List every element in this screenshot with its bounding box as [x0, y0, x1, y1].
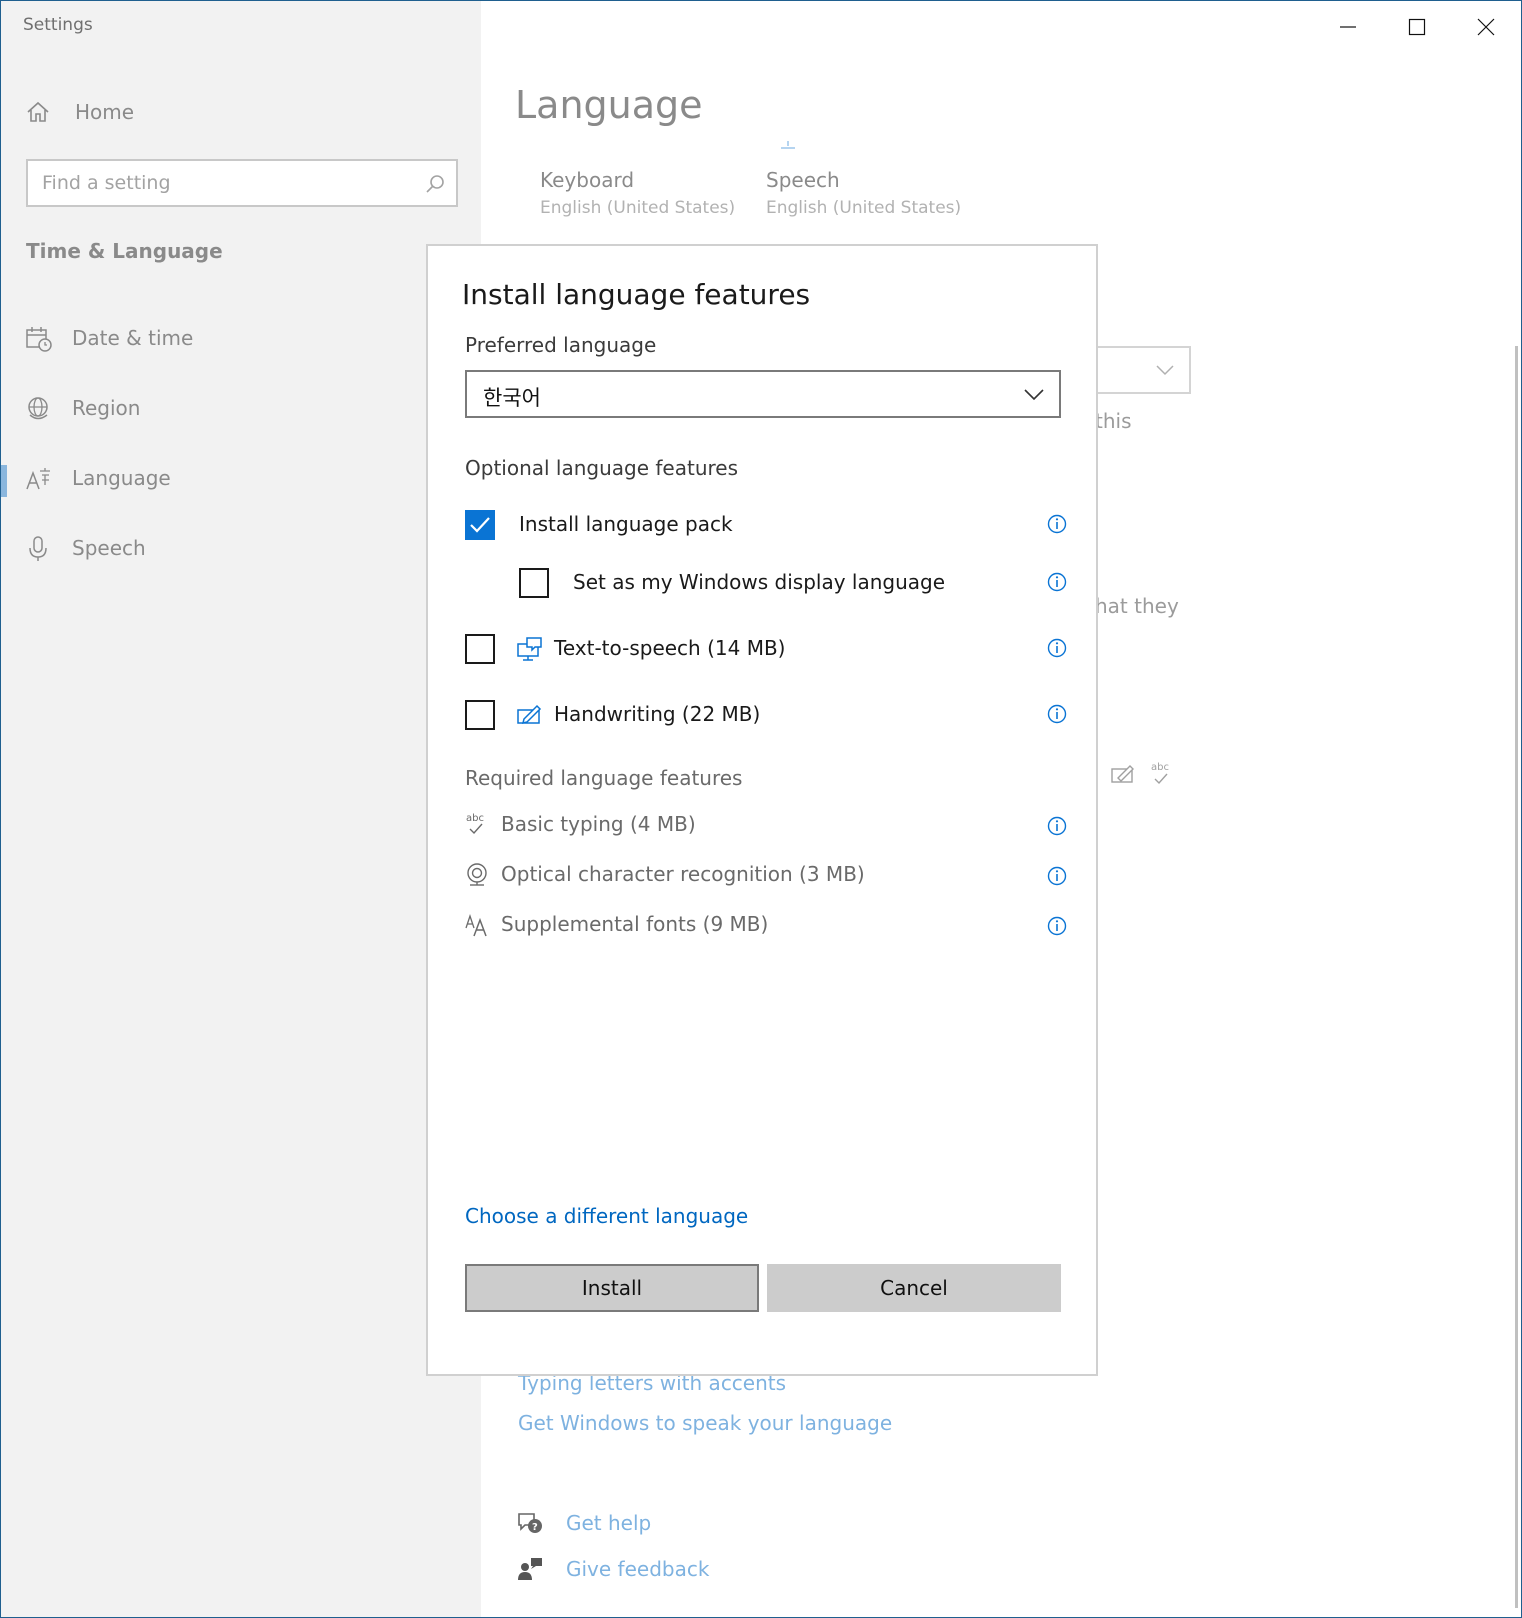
sidebar-item-language[interactable]: Language	[1, 451, 481, 507]
handwriting-icon	[517, 704, 542, 725]
page-title: Language	[515, 83, 703, 127]
chevron-down-icon	[1156, 365, 1174, 376]
required-feature-label: Optical character recognition (3 MB)	[501, 862, 865, 886]
speak-language-link[interactable]: Get Windows to speak your language	[518, 1411, 892, 1435]
maximize-icon	[1408, 18, 1426, 36]
chevron-down-icon	[1024, 389, 1044, 401]
optional-features-heading: Optional language features	[465, 456, 739, 480]
get-help-label: Get help	[566, 1511, 652, 1535]
sidebar-item-label: Language	[72, 466, 171, 490]
option-label: Handwriting (22 MB)	[554, 702, 761, 726]
settings-window: Settings Home Time & Language Date & tim…	[0, 0, 1522, 1618]
choose-different-language-link[interactable]: Choose a different language	[465, 1204, 748, 1228]
option-label: Set as my Windows display language	[573, 570, 946, 594]
text-to-speech-option[interactable]: Text-to-speech (14 MB)	[465, 632, 1067, 666]
feedback-icon	[518, 1558, 542, 1580]
info-icon[interactable]	[1047, 704, 1067, 724]
give-feedback-link[interactable]: Give feedback	[516, 1555, 709, 1583]
set-display-language-checkbox[interactable]	[519, 568, 549, 598]
sidebar-item-speech[interactable]: Speech	[1, 521, 481, 577]
option-label: Text-to-speech (14 MB)	[554, 636, 786, 660]
checkmark-icon	[470, 517, 490, 533]
home-nav-item[interactable]: Home	[25, 95, 134, 129]
close-button[interactable]	[1459, 9, 1513, 45]
fonts-icon	[465, 913, 487, 937]
tile-title: Keyboard	[540, 168, 635, 192]
text-to-speech-icon	[517, 637, 542, 661]
chat-help-icon: ?	[518, 1513, 542, 1533]
language-icon	[26, 468, 50, 490]
speech-tile[interactable]: Speech English (United States)	[766, 168, 961, 218]
handwriting-option[interactable]: Handwriting (22 MB)	[465, 698, 1067, 732]
sidebar-item-region[interactable]: Region	[1, 381, 481, 437]
home-icon	[27, 101, 49, 122]
info-icon[interactable]	[1047, 816, 1067, 836]
language-feature-icons: abc	[1087, 761, 1173, 787]
install-button[interactable]: Install	[465, 1264, 759, 1312]
preferred-language-label: Preferred language	[465, 333, 657, 357]
sidebar-item-label: Speech	[72, 536, 146, 560]
background-text-fragment: this	[1095, 409, 1132, 433]
dialog-title: Install language features	[462, 278, 811, 311]
search-input[interactable]	[42, 170, 402, 196]
ocr-feature: Optical character recognition (3 MB)	[465, 860, 1067, 892]
info-icon[interactable]	[1047, 916, 1067, 936]
text-to-speech-checkbox[interactable]	[465, 634, 495, 664]
abc-check-icon: abc	[466, 813, 484, 835]
abc-check-icon: abc	[1151, 762, 1169, 785]
info-icon[interactable]	[1047, 638, 1067, 658]
search-box[interactable]	[26, 159, 458, 207]
info-icon[interactable]	[1047, 514, 1067, 534]
scrollbar[interactable]	[1515, 346, 1518, 1608]
install-language-pack-checkbox[interactable]	[465, 510, 495, 540]
minimize-icon	[1340, 26, 1356, 28]
svg-text:abc: abc	[1151, 762, 1169, 773]
calendar-clock-icon	[26, 327, 52, 352]
mark-icon	[781, 141, 795, 149]
section-title: Time & Language	[26, 239, 223, 263]
install-language-features-dialog: Install language features Preferred lang…	[426, 244, 1098, 1376]
keyboard-tile[interactable]: Keyboard English (United States)	[540, 168, 735, 218]
sidebar-item-date-time[interactable]: Date & time	[1, 311, 481, 367]
install-language-pack-option[interactable]: Install language pack	[465, 508, 1067, 542]
preferred-language-value: 한국어	[483, 386, 541, 410]
camera-ocr-icon	[467, 863, 487, 886]
get-help-link[interactable]: ? Get help	[516, 1509, 651, 1537]
required-features-heading: Required language features	[465, 766, 743, 790]
handwriting-icon	[1111, 765, 1134, 783]
preferred-language-dropdown[interactable]: 한국어	[465, 370, 1061, 418]
give-feedback-label: Give feedback	[566, 1557, 710, 1581]
home-label: Home	[75, 100, 135, 124]
svg-text:abc: abc	[466, 813, 484, 824]
info-icon[interactable]	[1047, 866, 1067, 886]
required-feature-label: Basic typing (4 MB)	[501, 812, 696, 836]
supplemental-fonts-feature: Supplemental fonts (9 MB)	[465, 910, 1067, 942]
svg-text:?: ?	[532, 1522, 538, 1533]
microphone-icon	[29, 536, 47, 561]
sidebar-item-label: Date & time	[72, 326, 194, 350]
maximize-button[interactable]	[1390, 9, 1444, 45]
info-icon[interactable]	[1047, 572, 1067, 592]
cancel-button[interactable]: Cancel	[767, 1264, 1061, 1312]
basic-typing-feature: abc Basic typing (4 MB)	[465, 810, 1067, 842]
sidebar-item-label: Region	[72, 396, 141, 420]
set-display-language-option[interactable]: Set as my Windows display language	[465, 566, 1067, 600]
search-icon[interactable]	[424, 173, 446, 195]
tile-subtitle: English (United States)	[540, 198, 736, 218]
close-icon	[1477, 18, 1495, 36]
background-text-fragment: hat they	[1095, 594, 1179, 618]
handwriting-checkbox[interactable]	[465, 700, 495, 730]
minimize-button[interactable]	[1321, 9, 1375, 45]
option-label: Install language pack	[519, 512, 733, 536]
windows-display-language-dropdown[interactable]	[1091, 346, 1191, 394]
required-feature-label: Supplemental fonts (9 MB)	[501, 912, 769, 936]
tile-subtitle: English (United States)	[766, 198, 962, 218]
tile-title: Speech	[766, 168, 840, 192]
globe-icon	[28, 397, 48, 420]
sidebar: Settings Home Time & Language Date & tim…	[1, 1, 481, 1617]
app-title: Settings	[23, 15, 93, 35]
